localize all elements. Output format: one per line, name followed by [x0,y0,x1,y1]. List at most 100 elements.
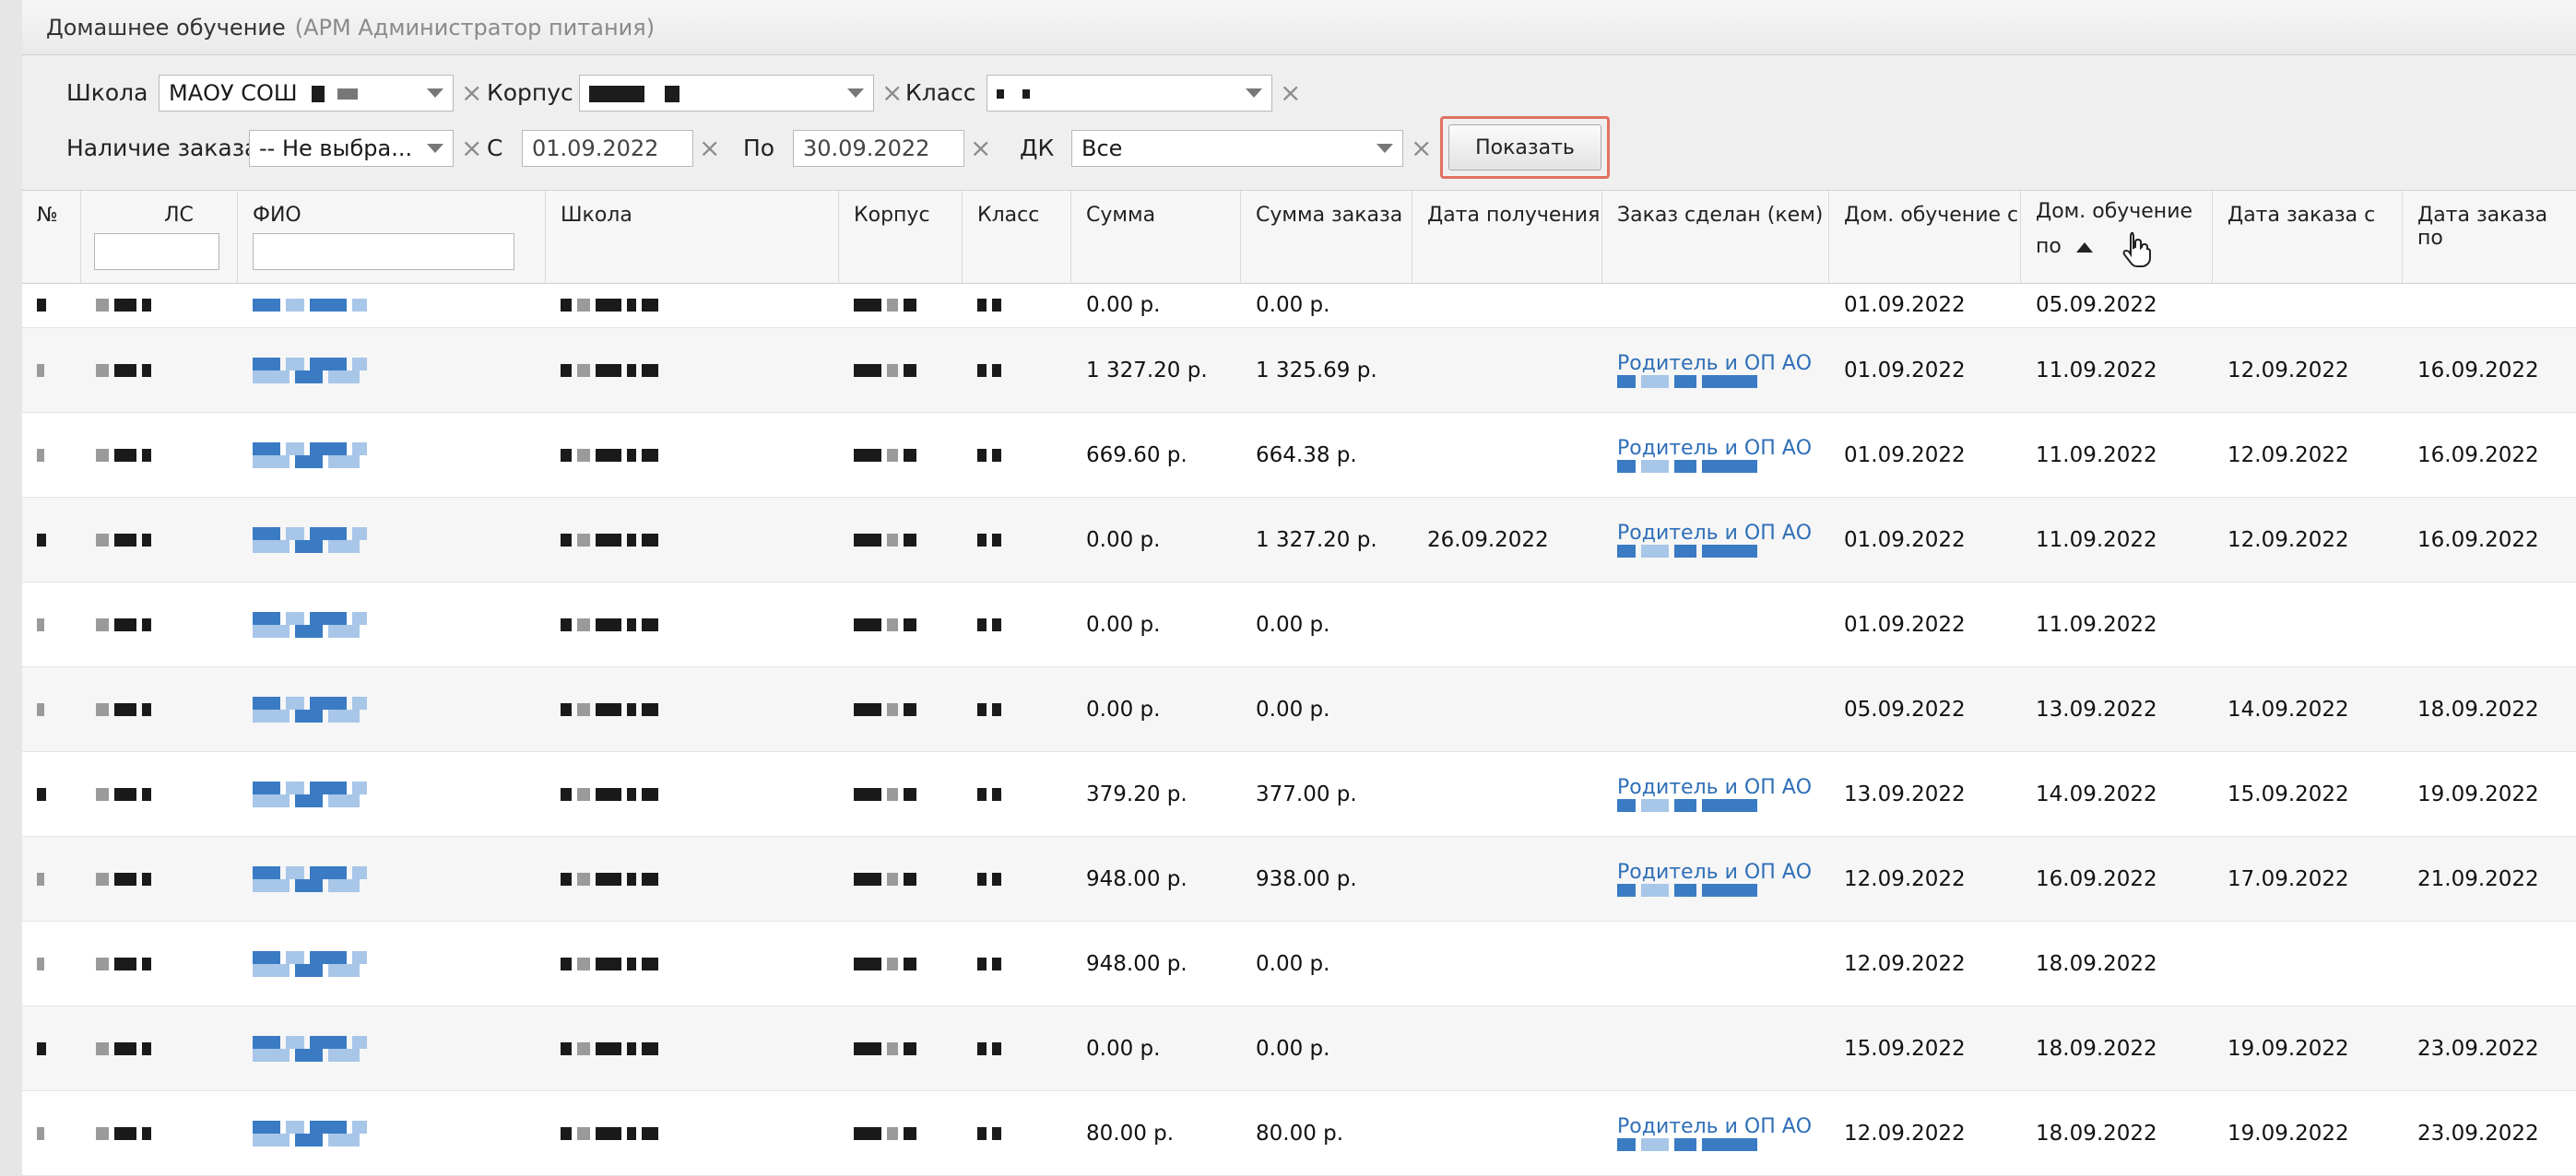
order-to-value: 21.09.2022 [2417,866,2539,891]
clear-date-from-icon[interactable]: × [699,130,720,167]
order-from-value: 12.09.2022 [2227,527,2349,552]
cell-klass [963,498,1071,582]
cell-fio [238,328,546,412]
home-to-value: 14.09.2022 [2036,782,2157,806]
cell-home-from: 01.09.2022 [1829,282,2021,327]
cell-receive [1412,752,1602,836]
table-row[interactable]: 0.00 р. 0.00 р. 01.09.2022 11.09.2022 [22,582,2576,667]
chevron-down-icon[interactable] [847,88,864,98]
cell-by [1602,667,1829,751]
order-select[interactable]: -- Не выбра... [249,130,454,167]
cell-order-from: 19.09.2022 [2213,1006,2403,1090]
redacted-text [96,533,151,547]
cell-order-to: 16.09.2022 [2403,413,2576,497]
table-row[interactable]: 948.00 р. 0.00 р. 12.09.2022 18.09.2022 [22,922,2576,1006]
header-ls-label: ЛС [164,204,194,227]
table-row[interactable]: 379.20 р. 377.00 р. Родитель и ОП АО 13.09.… [22,752,2576,837]
date-to-input[interactable] [793,130,964,167]
header-ordered-by[interactable]: Заказ сделан (кем) [1602,191,1829,283]
header-home-to[interactable]: Дом. обучение по [2021,191,2213,283]
cell-fio [238,413,546,497]
redacted-text [1617,1138,1757,1151]
chevron-down-icon[interactable] [1246,88,1262,98]
cell-num [22,1091,81,1175]
left-edge-bar [0,0,23,1176]
table-row[interactable]: 0.00 р. 0.00 р. 05.09.2022 13.09.2022 14.09.… [22,667,2576,752]
chevron-down-icon[interactable] [427,88,443,98]
ordered-by-link[interactable]: Родитель и ОП АО [1617,352,1812,375]
header-sum[interactable]: Сумма [1071,191,1241,283]
home-from-value: 01.09.2022 [1844,527,1966,552]
table-row[interactable]: 80.00 р. 80.00 р. Родитель и ОП АО 12.09.20… [22,1091,2576,1176]
cell-home-from: 01.09.2022 [1829,582,2021,666]
redacted-text [253,1035,367,1049]
clear-date-to-icon[interactable]: × [970,130,991,167]
cell-num [22,282,81,327]
table-row[interactable]: 0.00 р. 1 327.20 р. 26.09.2022 Родитель и О… [22,498,2576,582]
cell-fio [238,837,546,921]
school-select[interactable]: МАОУ СОШ [159,75,454,112]
ls-filter-input[interactable] [94,233,219,270]
redacted-text [312,86,325,102]
table-row[interactable]: 1 327.20 р. 1 325.69 р. Родитель и ОП АО 01… [22,328,2576,413]
redacted-text [977,617,1001,631]
table-row[interactable]: 0.00 р. 0.00 р. 15.09.2022 18.09.2022 19.09.… [22,1006,2576,1091]
table-row[interactable]: 948.00 р. 938.00 р. Родитель и ОП АО 12.09.… [22,837,2576,922]
redacted-text [854,1041,916,1055]
clear-korpus-icon[interactable]: × [881,75,903,112]
cell-by: Родитель и ОП АО [1602,413,1829,497]
clear-dk-icon[interactable]: × [1411,130,1432,167]
redacted-text [664,86,679,102]
header-num[interactable]: № [22,191,81,283]
redacted-text [37,957,44,970]
header-receive-date[interactable]: Дата получения [1412,191,1602,283]
show-button[interactable]: Показать [1448,124,1601,171]
clear-order-icon[interactable]: × [461,130,482,167]
redacted-text [561,1041,658,1055]
redacted-text [561,702,658,716]
cell-num [22,413,81,497]
table-row[interactable]: 669.60 р. 664.38 р. Родитель и ОП АО 01.09.… [22,413,2576,498]
home-from-value: 05.09.2022 [1844,697,1966,722]
ordered-by-link[interactable]: Родитель и ОП АО [1617,861,1812,884]
cell-num [22,752,81,836]
order-from-value: 19.09.2022 [2227,1121,2349,1146]
cell-order-from [2213,582,2403,666]
ordered-by-link[interactable]: Родитель и ОП АО [1617,1115,1812,1138]
ordered-by-link[interactable]: Родитель и ОП АО [1617,437,1812,460]
cell-by [1602,922,1829,1005]
cell-korpus [839,498,963,582]
cell-by [1602,582,1829,666]
date-from-input[interactable] [522,130,693,167]
clear-class-icon[interactable]: × [1280,75,1301,112]
header-fio[interactable]: ФИО [238,191,546,283]
chevron-down-icon[interactable] [1377,144,1393,153]
fio-filter-input[interactable] [253,233,514,270]
ordered-by-link[interactable]: Родитель и ОП АО [1617,776,1812,799]
cell-korpus [839,328,963,412]
home-to-value: 18.09.2022 [2036,1121,2157,1146]
chevron-down-icon[interactable] [427,144,443,153]
header-order-to[interactable]: Дата заказа по [2403,191,2576,283]
dk-select[interactable]: Все [1071,130,1403,167]
header-ls[interactable]: ЛС [81,191,238,283]
header-class[interactable]: Класс [963,191,1071,283]
order-to-value: 23.09.2022 [2417,1121,2539,1146]
cell-school [546,328,839,412]
korpus-select[interactable] [579,75,874,112]
header-school[interactable]: Школа [546,191,839,283]
table-row[interactable]: 0.00 р. 0.00 р. 01.09.2022 05.09.2022 [22,282,2576,328]
ordered-by-link[interactable]: Родитель и ОП АО [1617,522,1812,545]
header-order-from[interactable]: Дата заказа с [2213,191,2403,283]
cell-receive [1412,1006,1602,1090]
header-order-sum[interactable]: Сумма заказа [1241,191,1412,283]
header-home-from[interactable]: Дом. обучение с [1829,191,2021,283]
redacted-text [561,872,658,886]
cell-order-from: 12.09.2022 [2213,328,2403,412]
cell-school [546,282,839,327]
class-select[interactable] [987,75,1272,112]
order-value: -- Не выбра... [259,135,413,161]
clear-school-icon[interactable]: × [461,75,482,112]
header-korpus-label: Корпус [854,204,930,227]
header-korpus[interactable]: Корпус [839,191,963,283]
